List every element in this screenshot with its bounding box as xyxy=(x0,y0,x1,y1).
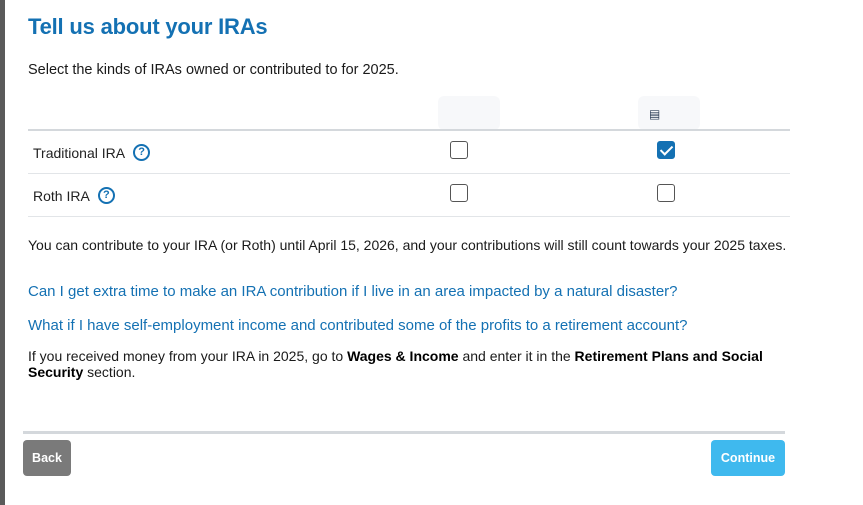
wages-income-ref: Wages & Income xyxy=(347,348,459,364)
page-title: Tell us about your IRAs xyxy=(28,14,268,39)
faq-link-natural-disaster[interactable]: Can I get extra time to make an IRA cont… xyxy=(28,283,678,300)
row-label: Traditional IRA ? xyxy=(33,144,151,161)
roth-ira-col2-checkbox[interactable] xyxy=(657,184,675,202)
continue-button[interactable]: Continue xyxy=(711,440,785,476)
traditional-ira-label: Traditional IRA xyxy=(33,144,126,161)
table-row-roth-ira: Roth IRA ? xyxy=(28,174,790,217)
footer-divider xyxy=(23,431,785,434)
back-button[interactable]: Back xyxy=(23,440,71,476)
table-row-traditional-ira: Traditional IRA ? xyxy=(28,131,790,174)
contribution-deadline-note: You can contribute to your IRA (or Roth)… xyxy=(28,237,787,253)
column-header-spouse xyxy=(638,96,700,130)
help-icon[interactable]: ? xyxy=(133,144,151,161)
traditional-ira-col1-checkbox[interactable] xyxy=(450,141,468,159)
roth-ira-label: Roth IRA xyxy=(33,187,90,204)
faq-link-self-employment[interactable]: What if I have self-employment income an… xyxy=(28,317,688,334)
row-label: Roth IRA ? xyxy=(33,187,115,204)
id-card-icon: ▤ xyxy=(649,107,661,121)
distribution-note: If you received money from your IRA in 2… xyxy=(28,348,763,380)
column-header-taxpayer xyxy=(438,96,500,130)
traditional-ira-col2-checkbox[interactable] xyxy=(657,141,675,159)
intro-text: Select the kinds of IRAs owned or contri… xyxy=(28,62,399,78)
window-left-border xyxy=(0,0,5,505)
roth-ira-col1-checkbox[interactable] xyxy=(450,184,468,202)
help-icon[interactable]: ? xyxy=(97,187,115,204)
